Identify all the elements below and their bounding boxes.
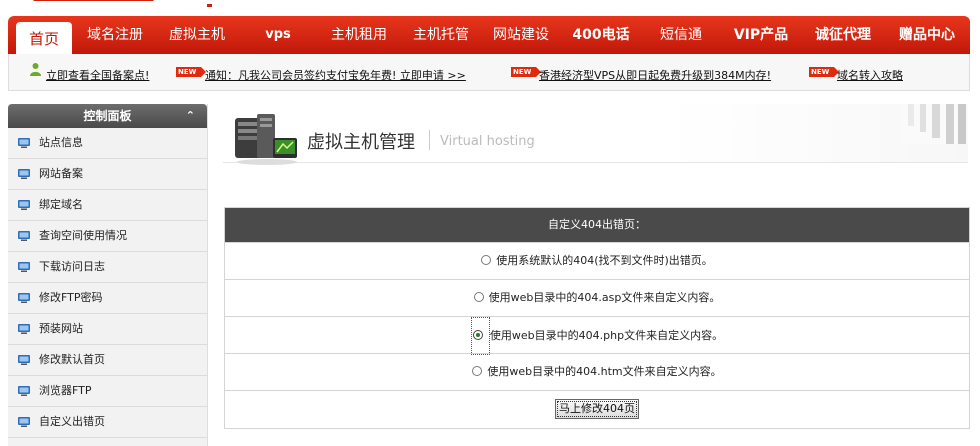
option-row: 使用web目录中的404.asp文件来自定义内容。 [225,279,969,316]
computer-icon [18,417,30,427]
radio-button[interactable] [472,330,483,340]
nav-sms[interactable]: 短信通 [652,16,710,54]
sidebar-item-site-record[interactable]: 网站备案 [8,159,207,190]
title-divider [429,130,430,150]
sidebar-item-label: 站点信息 [39,136,83,149]
radio-button[interactable] [473,292,484,302]
sidebar-item-label: 网站备案 [39,167,83,180]
radio-button[interactable] [481,255,492,265]
computer-icon [18,231,30,241]
sidebar-item-label: 预装网站 [39,322,83,335]
radio-button[interactable] [472,366,483,376]
notice-link-domain-transfer[interactable]: 域名转入攻略 [837,67,903,83]
sidebar-item-label: 下载访问日志 [39,260,105,273]
sidebar-item-browser-ftp[interactable]: 浏览器FTP [8,376,207,407]
notice-bar: 立即查看全国备案点! NEW 通知：凡我公司会员签约支付宝免年费! 立即申请 >… [8,54,970,91]
nav-home[interactable]: 首页 [16,22,72,54]
nav-domain-register[interactable]: 域名注册 [80,16,150,54]
option-row: 使用系统默认的404(找不到文件时)出错页。 [225,242,969,279]
option-404-2[interactable]: 使用web目录中的404.asp文件来自定义内容。 [473,291,721,304]
custom-404-form: 自定义404出错页： 使用系统默认的404(找不到文件时)出错页。 使用web目录… [224,207,970,429]
notice-link-hk-vps[interactable]: 香港经济型VPS从即日起免费升级到384M内存! [539,67,771,83]
sidebar-item-label: 修改默认首页 [39,353,105,366]
computer-icon [18,200,30,210]
sidebar-item-bind-domain[interactable]: 绑定域名 [8,190,207,221]
focus-outline [470,317,490,355]
sidebar-item-space-usage[interactable]: 查询空间使用情况 [8,221,207,252]
computer-icon [18,262,30,272]
computer-icon [18,169,30,179]
computer-icon [18,293,30,303]
nav-virtual-host[interactable]: 虚拟主机 [162,16,232,54]
site-logo[interactable] [34,0,184,6]
sidebar-item-change-ftp-password[interactable]: 修改FTP密码 [8,283,207,314]
option-404-1[interactable]: 使用系统默认的404(找不到文件时)出错页。 [481,254,713,267]
nav-server-hosting[interactable]: 主机托管 [406,16,476,54]
logo-mark [207,4,212,7]
nav-web-build[interactable]: 网站建设 [486,16,556,54]
option-label: 使用web目录中的404.asp文件来自定义内容。 [488,291,721,304]
option-label: 使用系统默认的404(找不到文件时)出错页。 [496,254,713,267]
nav-vps[interactable]: vps [258,16,298,54]
option-label: 使用web目录中的404.php文件来自定义内容。 [489,329,724,342]
decorative-bars-icon [900,104,968,144]
computer-icon [18,138,30,148]
page-title: 虚拟主机管理 [307,132,415,153]
sidebar-item-download-logs[interactable]: 下载访问日志 [8,252,207,283]
computer-icon [18,386,30,396]
collapse-chevron-icon[interactable]: ⌃ [186,104,195,128]
nav-gift-center[interactable]: 赠品中心 [890,16,964,54]
sidebar-item-change-default-home[interactable]: 修改默认首页 [8,345,207,376]
computer-icon [18,355,30,365]
logo-strip [0,0,980,14]
sidebar-item-label: 自定义出错页 [39,415,105,428]
nav-agents[interactable]: 诚征代理 [808,16,878,54]
sidebar-header[interactable]: 控制面板 ⌃ [8,104,207,128]
server-icon [235,114,297,165]
option-label: 使用web目录中的404.htm文件来自定义内容。 [487,365,722,378]
main-nav: 首页 域名注册 虚拟主机 vps 主机租用 主机托管 网站建设 400电话 短信… [8,16,970,54]
option-404-3[interactable]: 使用web目录中的404.php文件来自定义内容。 [470,317,724,355]
computer-icon [18,324,30,334]
sidebar-item-label: 查询空间使用情况 [39,229,127,242]
page-subtitle: Virtual hosting [440,134,535,149]
sidebar-item-label: 修改FTP密码 [39,291,103,304]
sidebar-item-label: 绑定域名 [39,198,83,211]
sidebar-item-site-info[interactable]: 站点信息 [8,128,207,159]
nav-server-rental[interactable]: 主机租用 [324,16,394,54]
option-row: 使用web目录中的404.htm文件来自定义内容。 [225,353,969,390]
nav-vip-products[interactable]: VIP产品 [726,16,796,54]
person-icon [30,63,41,76]
sidebar-item-preinstall-site[interactable]: 预装网站 [8,314,207,345]
form-heading: 自定义404出错页： [225,208,969,242]
new-badge: NEW [511,67,541,77]
sidebar-item-custom-error-page[interactable]: 自定义出错页 [8,407,207,438]
option-row: 使用web目录中的404.php文件来自定义内容。 [225,316,969,355]
nav-400-phone[interactable]: 400电话 [566,16,636,54]
notice-link-alipay[interactable]: 通知：凡我公司会员签约支付宝免年费! 立即申请 >> [205,67,466,83]
option-404-4[interactable]: 使用web目录中的404.htm文件来自定义内容。 [472,365,722,378]
page-header: 虚拟主机管理 Virtual hosting [223,104,968,165]
sidebar-item-label: 浏览器FTP [39,384,92,397]
sidebar: 控制面板 ⌃ 站点信息网站备案绑定域名查询空间使用情况 下载访问日志 修改FTP密码… [8,104,208,446]
notice-link-record-points[interactable]: 立即查看全国备案点! [46,67,149,83]
submit-404-button[interactable]: 马上修改404页 [555,399,639,419]
new-badge: NEW [176,67,206,77]
form-actions: 马上修改404页 [225,390,969,428]
sidebar-title: 控制面板 [83,109,132,123]
new-badge: NEW [809,67,839,77]
